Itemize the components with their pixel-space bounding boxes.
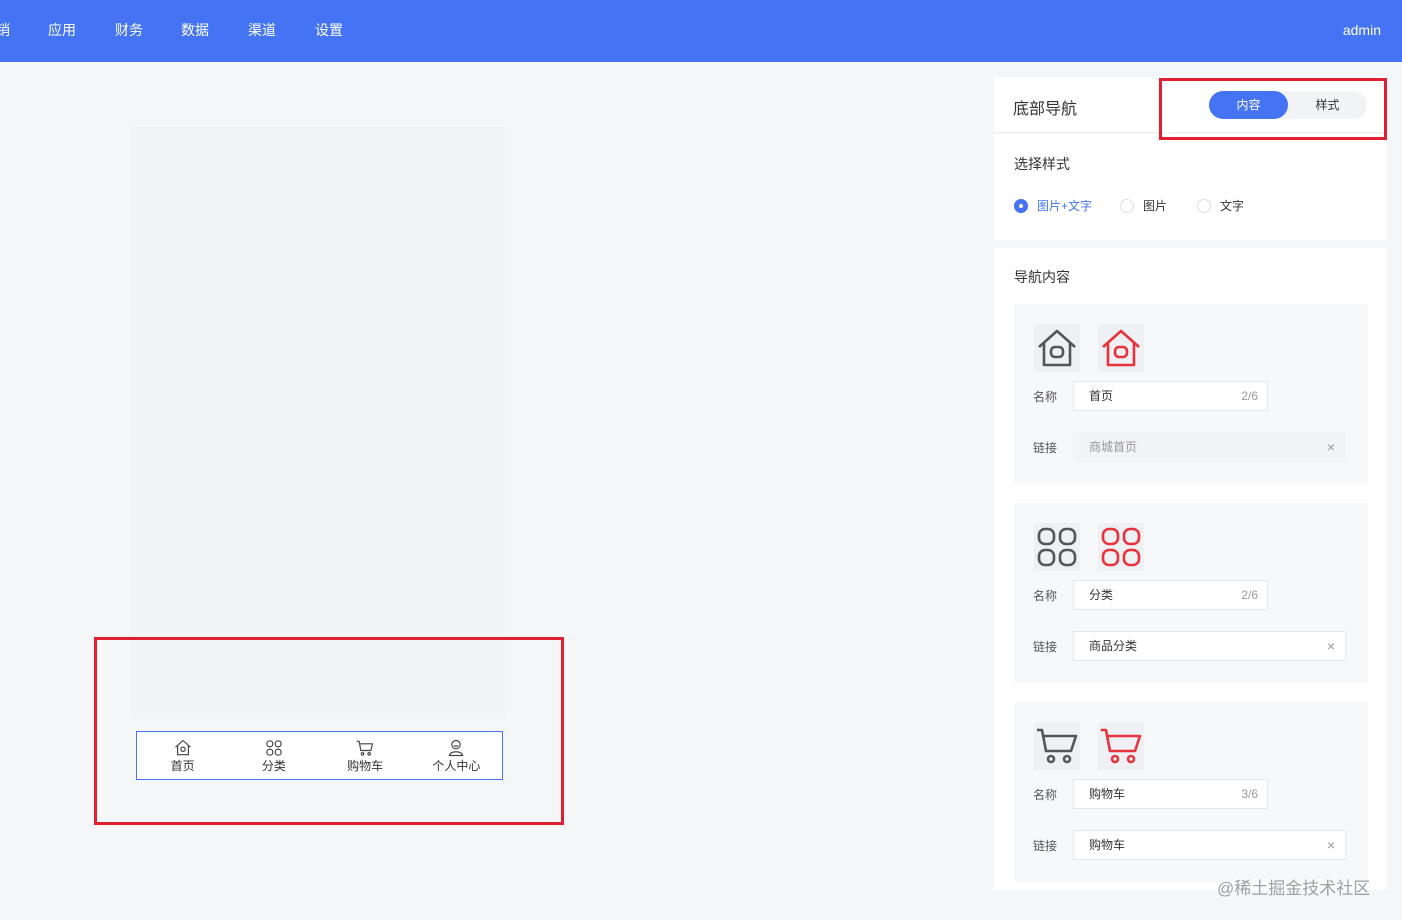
normal-icon-picker[interactable] [1034, 523, 1080, 571]
cart-icon [356, 740, 374, 756]
preview-tab-label: 首页 [170, 759, 195, 773]
clear-icon[interactable]: × [1327, 632, 1335, 660]
name-value: 首页 [1089, 389, 1114, 403]
preview-tab-label: 分类 [261, 759, 286, 773]
tab-style[interactable]: 样式 [1288, 91, 1367, 119]
radio-dot [1197, 198, 1211, 213]
style-select-card [994, 134, 1386, 240]
preview-tab-label: 个人中心 [432, 759, 481, 773]
preview-tab-profile[interactable]: 个人中心 [411, 732, 502, 779]
panel-title: 底部导航 [1013, 101, 1078, 118]
radio-label: 文字 [1220, 199, 1245, 213]
home-icon [1102, 329, 1140, 367]
link-input[interactable]: 购物车 × [1073, 830, 1346, 860]
link-label: 链接 [1033, 839, 1058, 853]
clear-icon[interactable]: × [1327, 831, 1335, 859]
normal-icon-picker[interactable] [1034, 722, 1080, 770]
name-input[interactable]: 分类 2/6 [1073, 580, 1268, 610]
nav-item-settings[interactable]: 设置 [315, 21, 343, 39]
cart-icon [1037, 728, 1078, 764]
nav-content-label: 导航内容 [1014, 269, 1070, 285]
nav-item-channels[interactable]: 渠道 [248, 21, 276, 39]
radio-text[interactable]: 文字 [1197, 197, 1244, 214]
user-icon [449, 739, 464, 757]
content-style-switch[interactable]: 内容 样式 [1209, 91, 1367, 119]
nav-item-editor: 名称 购物车 3/6 链接 购物车 × [1014, 702, 1368, 882]
char-count: 2/6 [1241, 389, 1258, 403]
nav-item-apps[interactable]: 应用 [48, 21, 76, 39]
panel-header: 底部导航 内容 样式 [994, 77, 1386, 133]
nav-item-data[interactable]: 数据 [181, 21, 209, 39]
bottom-tab-bar-preview[interactable]: 首页 分类 购物车 个人中心 [136, 731, 503, 780]
preview-tab-label: 购物车 [347, 759, 384, 773]
active-icon-picker[interactable] [1098, 324, 1144, 372]
radio-label: 图片+文字 [1037, 199, 1093, 213]
nav-item-marketing[interactable]: 销 [0, 21, 10, 39]
link-value: 购物车 [1089, 838, 1126, 852]
active-icon-picker[interactable] [1098, 523, 1144, 571]
nav-item-editor: 名称 分类 2/6 链接 商品分类 × [1014, 503, 1368, 683]
radio-image-text[interactable]: 图片+文字 [1014, 197, 1092, 214]
name-value: 购物车 [1089, 787, 1126, 801]
grid-icon [266, 740, 282, 756]
link-input[interactable]: 商城首页 × [1073, 432, 1346, 462]
radio-label: 图片 [1143, 199, 1168, 213]
preview-tab-category[interactable]: 分类 [228, 732, 319, 779]
radio-image[interactable]: 图片 [1120, 197, 1167, 214]
radio-dot [1014, 198, 1028, 213]
phone-preview [132, 127, 505, 717]
tab-content[interactable]: 内容 [1209, 91, 1288, 119]
name-label: 名称 [1033, 589, 1058, 603]
grid-icon [1101, 527, 1141, 567]
nav-item-finance[interactable]: 财务 [115, 21, 143, 39]
name-input[interactable]: 购物车 3/6 [1073, 779, 1268, 809]
preview-tab-cart[interactable]: 购物车 [320, 732, 411, 779]
clear-icon[interactable]: × [1327, 433, 1335, 461]
char-count: 2/6 [1241, 588, 1258, 602]
link-placeholder: 商城首页 [1089, 440, 1138, 454]
home-icon [174, 739, 191, 756]
link-label: 链接 [1033, 640, 1058, 654]
radio-dot [1120, 198, 1134, 213]
name-label: 名称 [1033, 788, 1058, 802]
user-name[interactable]: admin [1343, 21, 1381, 39]
normal-icon-picker[interactable] [1034, 324, 1080, 372]
link-input[interactable]: 商品分类 × [1073, 631, 1346, 661]
cart-icon [1101, 728, 1142, 764]
link-value: 商品分类 [1089, 639, 1138, 653]
name-value: 分类 [1089, 588, 1114, 602]
nav-item-editor: 名称 首页 2/6 链接 商城首页 × [1014, 304, 1368, 484]
name-label: 名称 [1033, 390, 1058, 404]
link-label: 链接 [1033, 441, 1058, 455]
char-count: 3/6 [1241, 787, 1258, 801]
preview-tab-home[interactable]: 首页 [137, 732, 228, 779]
name-input[interactable]: 首页 2/6 [1073, 381, 1268, 411]
watermark: @稀土掘金技术社区 [1217, 879, 1371, 898]
grid-icon [1037, 527, 1077, 567]
top-nav-bar: 销 应用 财务 数据 渠道 设置 admin [0, 0, 1402, 62]
active-icon-picker[interactable] [1098, 722, 1144, 770]
home-icon [1038, 329, 1076, 367]
style-select-label: 选择样式 [1014, 156, 1070, 172]
